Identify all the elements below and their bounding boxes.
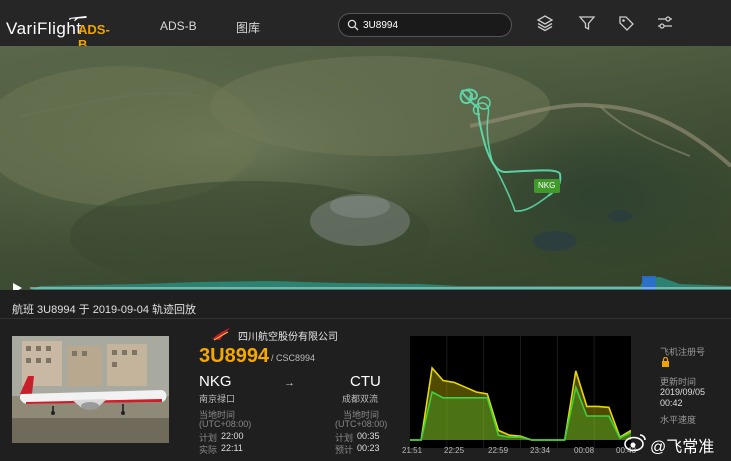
dest-est-label: 预计 [335, 445, 354, 455]
destination-name: 成都双流 [342, 394, 379, 404]
search-input[interactable] [363, 17, 503, 34]
satellite-map [0, 46, 731, 290]
panel-title: 航班 3U8994 于 2019-09-04 轨迹回放 [12, 304, 197, 316]
nav-gallery[interactable]: 图库 [236, 19, 260, 36]
chart-x-tick: 22:59 [488, 446, 509, 455]
destination-code: CTU [350, 373, 381, 390]
callsign: / CSC8994 [271, 353, 316, 363]
flight-number: 3U8994 [199, 345, 270, 367]
divider [0, 318, 731, 319]
plane-icon [69, 16, 87, 21]
tag-icon[interactable] [617, 14, 635, 32]
search-icon [347, 19, 359, 31]
watermark-text: @飞常准 [650, 439, 715, 456]
chart-x-tick: 23:34 [530, 446, 551, 455]
logo-text: VariFlight [6, 19, 82, 38]
chart-x-tick: 00:08 [574, 446, 595, 455]
weibo-icon [624, 434, 646, 452]
airline-name: 四川航空股份有限公司 [238, 332, 338, 343]
sichuan-airlines-logo [212, 328, 230, 341]
speed-label: 水平速度 [660, 415, 697, 425]
updated-date: 2019/09/05 [660, 387, 706, 397]
layers-icon[interactable] [536, 14, 554, 32]
altitude-speed-chart [410, 336, 631, 448]
flight-info-panel: 航班 3U8994 于 2019-09-04 轨迹回放 四川航空股份有限公司 3… [0, 290, 731, 461]
origin-timezone: (UTC+08:00) [199, 419, 252, 429]
map-view[interactable]: NKG [0, 46, 731, 290]
top-bar: VariFlight ADS-B ADS-B 图库 [0, 0, 731, 52]
origin-name: 南京禄口 [199, 394, 236, 404]
origin-actual-label: 实际 [199, 445, 218, 455]
dest-est-time: 00:23 [357, 443, 380, 453]
chart-x-tick: 21:51 [402, 446, 423, 455]
origin-code: NKG [199, 373, 232, 390]
airport-marker[interactable]: NKG [534, 179, 560, 193]
dest-timezone: (UTC+08:00) [335, 419, 388, 429]
dest-sched-time: 00:35 [357, 431, 380, 441]
updated-time: 00:42 [660, 398, 683, 408]
timeline-altitude-profile[interactable] [0, 276, 731, 290]
search-box[interactable] [338, 13, 512, 37]
nav-ads-b[interactable]: ADS-B [160, 19, 197, 33]
settings-sliders-icon[interactable] [656, 14, 674, 32]
airport-marker-label: NKG [538, 181, 556, 190]
route-arrow: → [284, 377, 295, 389]
filter-icon[interactable] [578, 14, 596, 32]
chart-x-tick: 22:25 [444, 446, 465, 455]
origin-actual-time: 22:11 [221, 443, 243, 453]
origin-sched-time: 22:00 [221, 431, 244, 441]
aircraft-photo [12, 336, 169, 443]
lock-icon [662, 357, 669, 367]
